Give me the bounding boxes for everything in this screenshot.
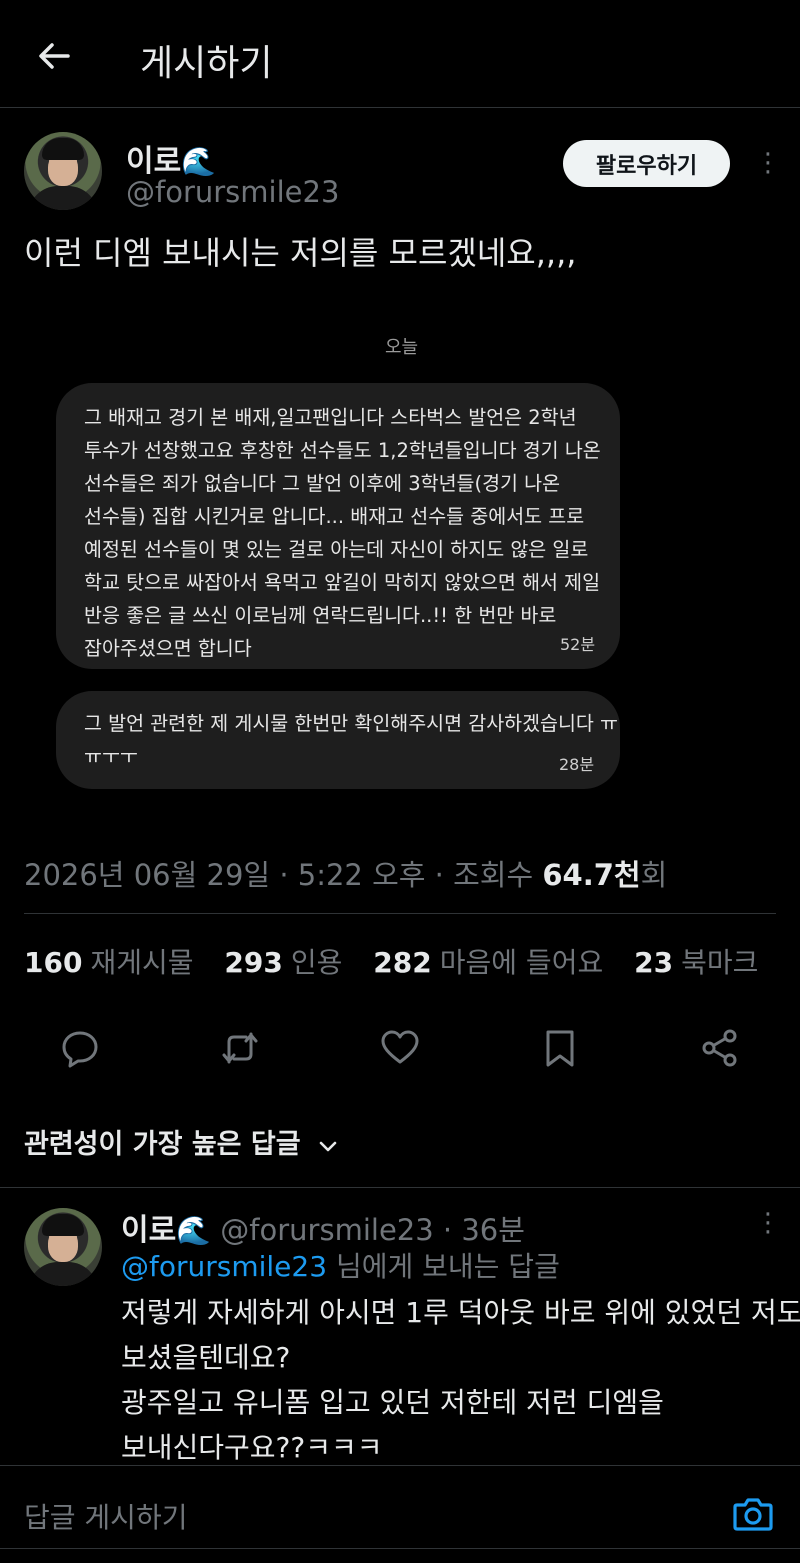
likes-stat[interactable]: 282 마음에 들어요 [373,946,603,979]
post-text: 이런 디엠 보내시는 저의를 모르겠네요,,,, [24,234,577,272]
divider [24,913,776,914]
quotes-stat[interactable]: 293 인용 [224,946,342,979]
divider [0,1187,800,1188]
replying-to: @forursmile23 님에게 보내는 답글 [121,1245,560,1285]
dm-day-label: 오늘 [385,337,419,358]
divider [0,1548,800,1549]
post-date: 2026년 06월 29일 [24,858,271,892]
follow-button[interactable]: 팔로우하기 [563,140,730,187]
share-icon[interactable] [700,1028,740,1068]
meta-separator: · [442,1213,453,1247]
reply-more-options-icon[interactable]: ⋮ [755,1210,781,1236]
reply-compose-input[interactable]: 답글 게시하기 [24,1496,187,1536]
meta-separator: · [434,858,444,892]
dm-message-time: 52분 [560,635,596,654]
reply-author-avatar[interactable] [24,1208,102,1286]
reply-sort-dropdown[interactable]: 관련성이 가장 높은 답글 [24,1122,340,1161]
post-time: 5:22 오후 [297,858,426,892]
page-title: 게시하기 [140,43,273,84]
dm-message-bubble: 그 발언 관련한 제 게시물 한번만 확인해주시면 감사하겠습니다 ㅠ ㅠㅜㅜ … [56,691,620,789]
reply-sort-label: 관련성이 가장 높은 답글 [24,1129,301,1160]
reposts-stat[interactable]: 160 재게시물 [24,946,194,979]
author-avatar[interactable] [24,132,102,210]
post-meta: 2026년 06월 29일 · 5:22 오후 · 조회수 64.7천회 [24,852,667,894]
reply-text: 저렇게 자세하게 아시면 1루 덕아웃 바로 위에 있었던 저도 보셨을텐데요?… [121,1296,800,1464]
bookmark-icon[interactable] [540,1028,580,1068]
bookmarks-stat[interactable]: 23 북마크 [634,946,758,979]
chevron-down-icon [319,1141,337,1151]
views-suffix: 회 [640,858,668,892]
wave-emoji-icon: 🌊 [181,145,217,178]
like-icon[interactable] [380,1028,420,1068]
back-arrow-icon[interactable] [34,36,74,76]
views-value[interactable]: 64.7천 [542,858,640,892]
header-divider [0,107,800,108]
divider [0,1465,800,1466]
reply-time[interactable]: 36분 [461,1213,525,1247]
dm-message-time: 28분 [559,755,595,774]
author-name-text: 이로 [126,144,182,179]
reply-author-name[interactable]: 이로 [121,1213,176,1248]
camera-icon[interactable] [732,1494,774,1534]
reply-to-suffix: 님에게 보내는 답글 [327,1250,560,1283]
reply-icon[interactable] [60,1028,100,1068]
engagement-stats: 160 재게시물 293 인용 282 마음에 들어요 23 북마크 [24,941,780,981]
dm-message-text: 그 배재고 경기 본 배재,일고팬입니다 스타벅스 발언은 2학년 투수가 선창… [84,406,601,660]
reply-header: 이로🌊 @forursmile23 · 36분 [121,1205,525,1249]
author-name[interactable]: 이로🌊 [126,136,216,180]
dm-message-text: 그 발언 관련한 제 게시물 한번만 확인해주시면 감사하겠습니다 ㅠ ㅠㅜㅜ [84,712,618,768]
reply-author-handle[interactable]: @forursmile23 [220,1213,433,1247]
more-options-icon[interactable]: ⋮ [755,150,781,176]
views-label: 조회수 [453,858,534,892]
repost-icon[interactable] [220,1028,260,1068]
wave-emoji-icon: 🌊 [176,1214,212,1247]
meta-separator: · [279,858,289,892]
reply-to-handle-link[interactable]: @forursmile23 [121,1250,327,1283]
dm-message-bubble: 그 배재고 경기 본 배재,일고팬입니다 스타벅스 발언은 2학년 투수가 선창… [56,383,620,669]
author-handle[interactable]: @forursmile23 [126,175,339,209]
